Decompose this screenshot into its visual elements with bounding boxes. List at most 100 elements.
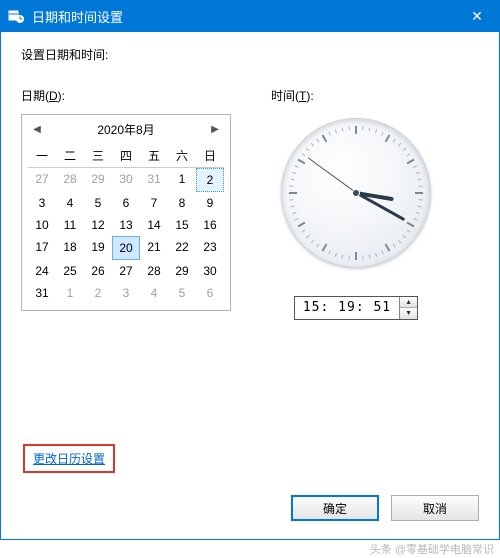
calendar[interactable]: ◀ 2020年8月 ▶ 一二三四五六日272829303112345678910… [21,114,231,311]
calendar-day[interactable]: 9 [196,192,224,214]
close-icon: ✕ [471,8,483,25]
calendar-day[interactable]: 31 [140,168,168,192]
time-column: 时间(T): 15: 19: 51 ▲ ▼ [271,87,441,320]
calendar-day[interactable]: 2 [84,282,112,304]
calendar-day[interactable]: 14 [140,214,168,236]
clock-tick [369,255,371,259]
calendar-day[interactable]: 19 [84,236,112,260]
calendar-day[interactable]: 7 [140,192,168,214]
clock-tick [322,244,328,252]
clock-tick [355,252,357,260]
clock-tick [335,129,337,133]
calendar-day[interactable]: 23 [196,236,224,260]
clock-tick [418,179,422,181]
clock-tick [419,185,423,186]
close-button[interactable]: ✕ [454,0,500,32]
calendar-day[interactable]: 4 [56,192,84,214]
calendar-day[interactable]: 22 [168,236,196,260]
clock-tick [402,148,406,151]
time-input[interactable]: 15: 19: 51 [295,297,399,319]
calendar-day[interactable]: 20 [112,236,140,260]
clock-tick [292,172,296,174]
clock-tick [375,129,377,133]
calendar-dow: 日 [196,144,224,168]
calendar-month-year[interactable]: 2020年8月 [97,121,154,138]
calendar-day[interactable]: 6 [196,282,224,304]
clock-tick [393,244,396,248]
clock-tick [413,218,417,221]
datetime-icon [8,8,24,24]
calendar-day[interactable]: 2 [196,168,224,192]
clock-tick [407,159,415,165]
calendar-day[interactable]: 30 [112,168,140,192]
clock-tick [289,185,293,186]
calendar-day[interactable]: 3 [28,192,56,214]
calendar-day[interactable]: 29 [168,260,196,282]
calendar-dow: 四 [112,144,140,168]
calendar-day[interactable]: 28 [140,260,168,282]
date-column: 日期(D): ◀ 2020年8月 ▶ 一二三四五六日27282930311234… [21,87,231,320]
calendar-day[interactable]: 18 [56,236,84,260]
calendar-day[interactable]: 25 [56,260,84,282]
calendar-day[interactable]: 5 [168,282,196,304]
calendar-day[interactable]: 24 [28,260,56,282]
calendar-day[interactable]: 1 [56,282,84,304]
calendar-day[interactable]: 3 [112,282,140,304]
calendar-dow: 三 [84,144,112,168]
calendar-grid: 一二三四五六日272829303112345678910111213141516… [22,144,230,310]
calendar-day[interactable]: 4 [140,282,168,304]
change-calendar-settings-link[interactable]: 更改日历设置 [33,452,105,466]
time-up-button[interactable]: ▲ [400,297,417,308]
prev-month-button[interactable]: ◀ [30,123,44,137]
clock-tick [398,143,401,147]
cancel-button[interactable]: 取消 [391,495,479,521]
calendar-day[interactable]: 30 [196,260,224,282]
calendar-day[interactable]: 1 [168,168,196,192]
calendar-day[interactable]: 28 [56,168,84,192]
calendar-day[interactable]: 5 [84,192,112,214]
calendar-day[interactable]: 31 [28,282,56,304]
clock-tick [381,132,384,136]
analog-clock [281,118,431,268]
clock-tick [407,153,411,156]
calendar-day[interactable]: 8 [168,192,196,214]
time-spinner[interactable]: 15: 19: 51 ▲ ▼ [294,296,418,320]
calendar-day[interactable]: 17 [28,236,56,260]
clock-tick [413,165,417,168]
calendar-day[interactable]: 10 [28,214,56,236]
next-month-button[interactable]: ▶ [208,123,222,137]
calendar-day[interactable]: 13 [112,214,140,236]
ok-button[interactable]: 确定 [291,495,379,521]
calendar-day[interactable]: 6 [112,192,140,214]
calendar-day[interactable]: 21 [140,236,168,260]
calendar-day[interactable]: 15 [168,214,196,236]
time-down-button[interactable]: ▼ [400,308,417,319]
calendar-header: ◀ 2020年8月 ▶ [22,115,230,144]
clock-tick [302,230,306,233]
calendar-day[interactable]: 27 [28,168,56,192]
clock-tick [302,153,306,156]
second-hand [307,157,356,193]
clock-tick [290,179,294,181]
button-row: 确定 取消 [291,495,479,521]
clock-tick [297,222,305,228]
calendar-day[interactable]: 27 [112,260,140,282]
calendar-dow: 六 [168,144,196,168]
calendar-day[interactable]: 26 [84,260,112,282]
clock-tick [342,127,344,131]
clock-tick [322,134,328,142]
clock-tick [407,222,415,228]
clock-tick [328,132,331,136]
clock-tick [416,172,420,174]
clock-tick [306,148,310,151]
clock-tick [402,235,406,238]
clock-tick [381,250,384,254]
calendar-day[interactable]: 16 [196,214,224,236]
clock-tick [295,165,299,168]
clock-tick [306,235,310,238]
calendar-day[interactable]: 11 [56,214,84,236]
calendar-day[interactable]: 29 [84,168,112,192]
calendar-day[interactable]: 12 [84,214,112,236]
clock-tick [398,239,401,243]
clock-tick [316,244,319,248]
